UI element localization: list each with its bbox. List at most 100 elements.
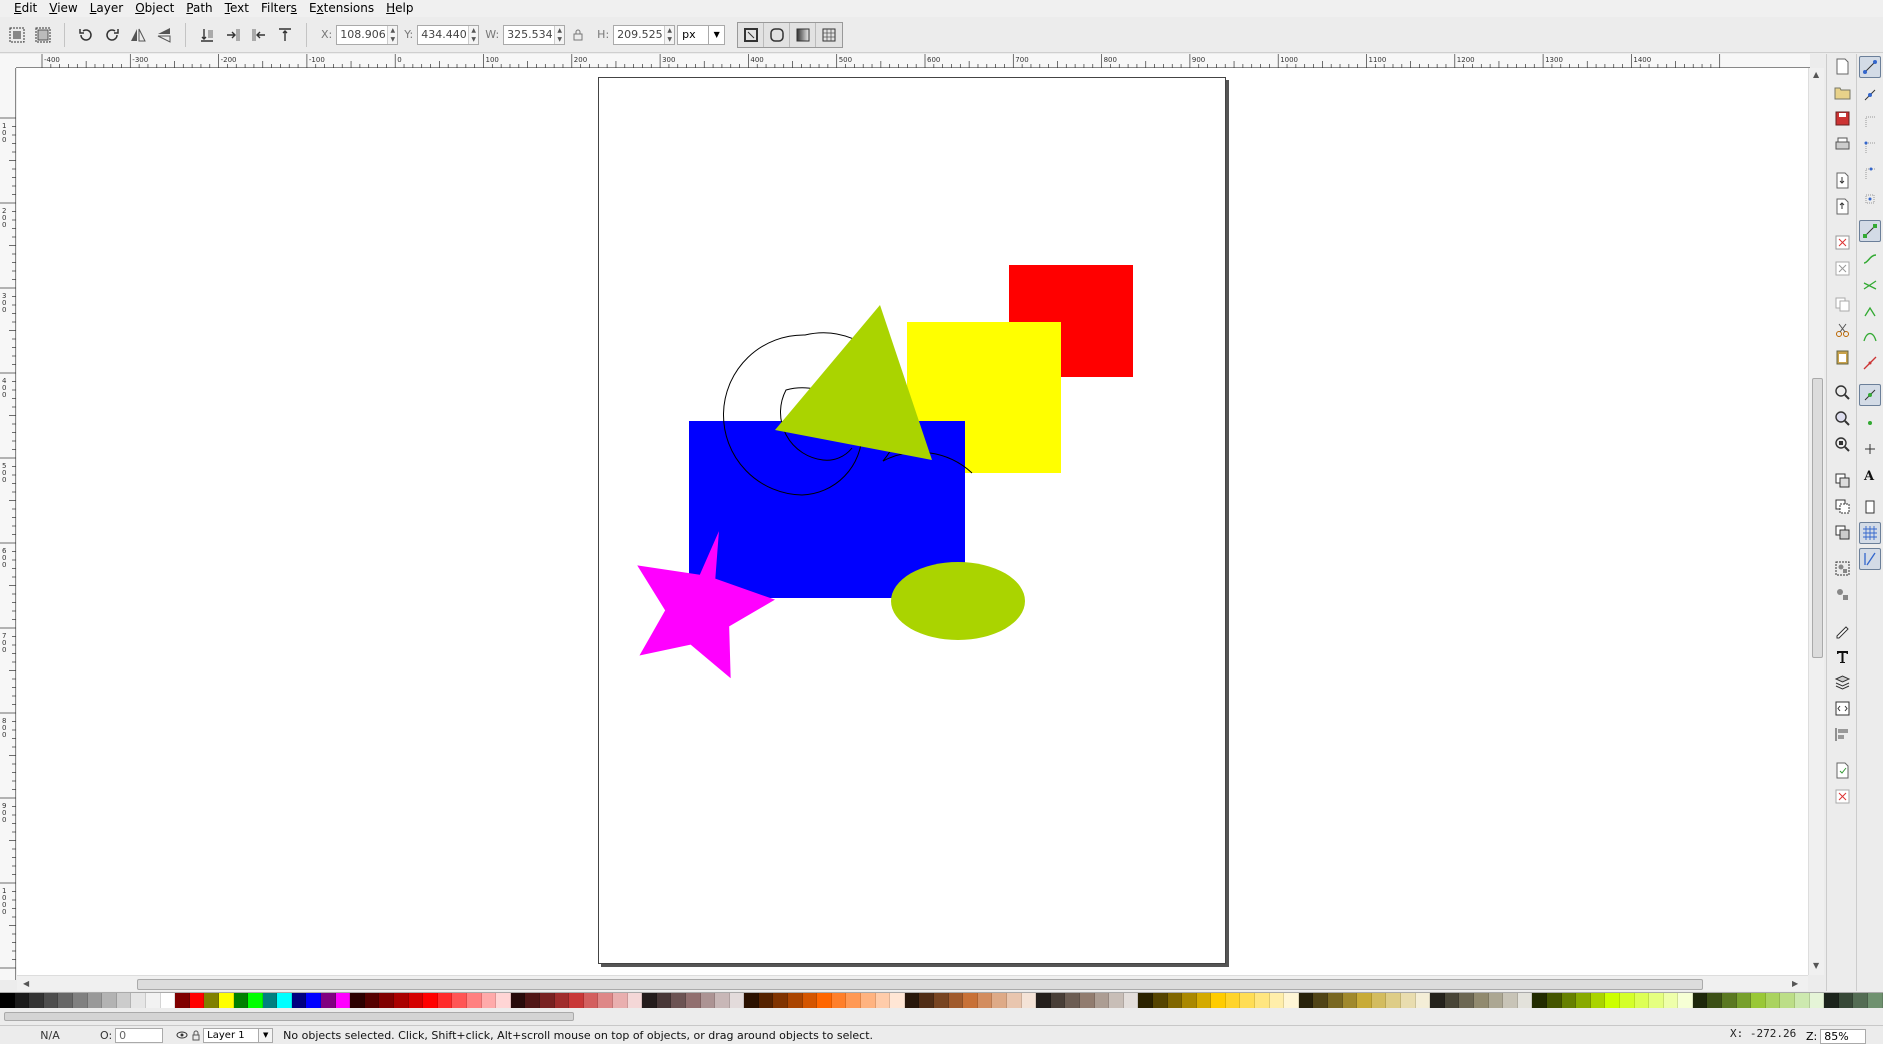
- color-swatch[interactable]: [1328, 993, 1343, 1009]
- snap-page-border-icon[interactable]: [1859, 496, 1881, 518]
- color-swatch[interactable]: [1182, 993, 1197, 1009]
- color-swatch[interactable]: [14, 993, 30, 1009]
- color-swatch[interactable]: [1576, 993, 1591, 1009]
- color-swatch[interactable]: [1357, 993, 1372, 1009]
- color-swatch[interactable]: [510, 993, 526, 1009]
- color-swatch[interactable]: [700, 993, 716, 1009]
- flip-horizontal-icon[interactable]: [127, 24, 149, 46]
- color-swatch[interactable]: [846, 993, 862, 1009]
- color-swatch[interactable]: [452, 993, 467, 1009]
- color-swatch[interactable]: [481, 993, 497, 1009]
- color-swatch[interactable]: [1824, 993, 1839, 1009]
- group-icon[interactable]: [1832, 558, 1852, 578]
- color-swatch[interactable]: [963, 993, 978, 1009]
- color-swatch[interactable]: [1649, 993, 1664, 1009]
- color-swatch[interactable]: [1853, 993, 1868, 1009]
- color-swatch[interactable]: [423, 993, 438, 1009]
- color-swatch[interactable]: [612, 993, 628, 1009]
- color-swatch[interactable]: [948, 993, 964, 1009]
- x-input[interactable]: [337, 25, 388, 44]
- snap-toggle-icon[interactable]: [1859, 56, 1881, 78]
- h-spinbox[interactable]: ▲▼: [613, 24, 676, 45]
- xml-editor-icon[interactable]: [1832, 698, 1852, 718]
- paste-icon[interactable]: [1832, 346, 1852, 366]
- color-swatch[interactable]: [1517, 993, 1533, 1009]
- w-spin-arrows[interactable]: ▲ ▼: [554, 25, 565, 44]
- fill-stroke-icon[interactable]: [1832, 620, 1852, 640]
- color-swatch[interactable]: [335, 993, 351, 1009]
- color-swatch[interactable]: [204, 993, 219, 1009]
- menu-view[interactable]: View: [43, 0, 83, 17]
- color-swatch[interactable]: [408, 993, 424, 1009]
- text-font-icon[interactable]: [1832, 646, 1852, 666]
- color-swatch[interactable]: [1401, 993, 1416, 1009]
- color-swatch[interactable]: [1605, 993, 1620, 1009]
- color-swatch[interactable]: [1590, 993, 1606, 1009]
- color-swatch[interactable]: [1123, 993, 1139, 1009]
- snap-smooth-nodes-icon[interactable]: [1859, 326, 1881, 348]
- snap-grids-icon[interactable]: [1859, 522, 1881, 544]
- color-swatch[interactable]: [364, 993, 380, 1009]
- color-swatch[interactable]: [218, 993, 234, 1009]
- raise-to-top-icon[interactable]: [274, 24, 296, 46]
- h-input[interactable]: [614, 25, 665, 44]
- color-swatch[interactable]: [1532, 993, 1547, 1009]
- lock-icon[interactable]: [189, 1028, 203, 1042]
- color-swatch[interactable]: [1152, 993, 1168, 1009]
- vertical-scroll-thumb[interactable]: [1812, 378, 1823, 658]
- snap-rotation-center-icon[interactable]: [1859, 438, 1881, 460]
- color-swatch[interactable]: [1473, 993, 1489, 1009]
- color-swatch[interactable]: [1488, 993, 1504, 1009]
- color-swatch[interactable]: [262, 993, 278, 1009]
- color-swatch[interactable]: [0, 993, 15, 1009]
- open-folder-icon[interactable]: [1832, 82, 1852, 102]
- preferences-icon[interactable]: [1832, 786, 1852, 806]
- color-swatch[interactable]: [1284, 993, 1299, 1009]
- chevron-down-icon[interactable]: ▼: [708, 25, 724, 44]
- rotate-cw-icon[interactable]: [101, 24, 123, 46]
- color-swatch[interactable]: [1430, 993, 1445, 1009]
- menu-edit[interactable]: Edit: [8, 0, 43, 17]
- color-swatch[interactable]: [569, 993, 584, 1009]
- move-patterns-icon[interactable]: [816, 22, 843, 47]
- zoom-drawing-icon[interactable]: [1832, 408, 1852, 428]
- w-input[interactable]: [504, 25, 555, 44]
- snap-bbox-corners-icon[interactable]: [1859, 136, 1881, 158]
- color-swatch[interactable]: [291, 993, 307, 1009]
- color-swatch[interactable]: [1707, 993, 1723, 1009]
- color-swatch[interactable]: [598, 993, 613, 1009]
- snap-midpoints-icon[interactable]: [1859, 352, 1881, 374]
- color-swatch[interactable]: [1795, 993, 1810, 1009]
- color-swatch[interactable]: [861, 993, 876, 1009]
- color-swatch[interactable]: [1036, 993, 1051, 1009]
- color-swatch[interactable]: [189, 993, 205, 1009]
- color-swatch[interactable]: [1269, 993, 1285, 1009]
- color-swatch[interactable]: [306, 993, 322, 1009]
- color-swatch[interactable]: [875, 993, 891, 1009]
- select-all-icon[interactable]: [6, 24, 28, 46]
- color-swatch[interactable]: [1065, 993, 1080, 1009]
- layers-icon[interactable]: [1832, 672, 1852, 692]
- color-swatch[interactable]: [145, 993, 161, 1009]
- color-swatch[interactable]: [1678, 993, 1693, 1009]
- menu-layer[interactable]: Layer: [84, 0, 129, 17]
- unit-dropdown[interactable]: px ▼: [677, 24, 726, 45]
- color-swatch[interactable]: [1736, 993, 1752, 1009]
- color-swatch[interactable]: [758, 993, 774, 1009]
- color-swatch[interactable]: [642, 993, 657, 1009]
- color-swatch[interactable]: [1838, 993, 1854, 1009]
- y-spinbox[interactable]: ▲▼: [417, 24, 480, 45]
- color-swatch[interactable]: [1094, 993, 1110, 1009]
- vertical-ruler[interactable]: 1002003004005006007008009001000: [0, 68, 16, 980]
- color-swatch[interactable]: [43, 993, 59, 1009]
- menu-object[interactable]: Object: [129, 0, 180, 17]
- color-swatch[interactable]: [131, 993, 146, 1009]
- color-swatch[interactable]: [1809, 993, 1825, 1009]
- snap-bbox-centers-icon[interactable]: [1859, 188, 1881, 210]
- menu-extensions[interactable]: Extensions: [303, 0, 380, 17]
- x-spin-arrows[interactable]: ▲ ▼: [387, 25, 398, 44]
- snap-cusp-nodes-icon[interactable]: [1859, 300, 1881, 322]
- color-swatch[interactable]: [1167, 993, 1183, 1009]
- color-swatch[interactable]: [1138, 993, 1153, 1009]
- align-distribute-icon[interactable]: [1832, 724, 1852, 744]
